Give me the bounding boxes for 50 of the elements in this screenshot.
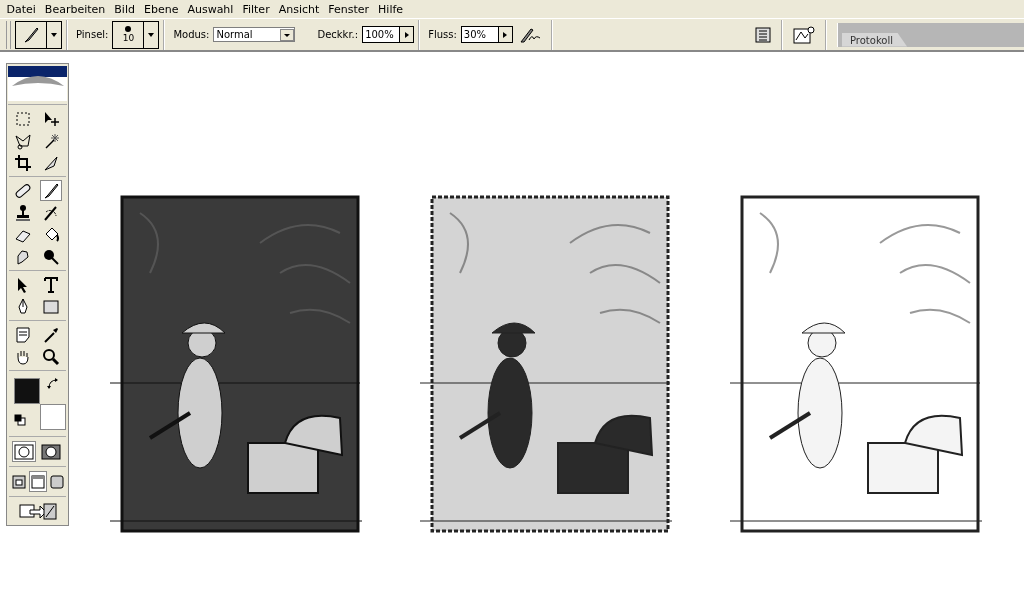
caret-icon <box>51 32 57 37</box>
stamp-icon <box>13 203 32 222</box>
triangle-right-icon <box>404 31 409 38</box>
crop-icon <box>13 153 32 172</box>
menu-item[interactable]: Datei <box>2 2 41 16</box>
mode-label: Modus: <box>173 29 210 40</box>
shape-icon <box>41 297 60 316</box>
notes-icon <box>13 325 32 344</box>
toolbox-header-drawing[interactable] <box>8 66 67 101</box>
screen-mode-button[interactable] <box>28 471 47 492</box>
menu-item[interactable]: Ansicht <box>274 2 324 16</box>
quickmask-icon <box>41 442 61 461</box>
screen-mode-icon <box>10 472 27 491</box>
type-icon <box>41 275 60 294</box>
opacity-label: Deckkr.: <box>317 29 359 40</box>
brush-tip-icon <box>125 26 132 32</box>
default-colors-icon[interactable] <box>13 414 26 426</box>
palette-tab[interactable]: Protokoll <box>842 32 907 47</box>
brush-tool-button[interactable] <box>39 180 62 201</box>
zoom-icon <box>41 347 60 366</box>
brush-size: 10 <box>122 33 135 43</box>
menu-item[interactable]: Bild <box>109 2 140 16</box>
menu-item[interactable]: Bearbeiten <box>40 2 110 16</box>
brush-label: Pinsel: <box>76 29 109 40</box>
menu-item[interactable]: Hilfe <box>373 2 408 16</box>
caret-icon <box>280 28 295 41</box>
brush-picker[interactable]: 10 <box>112 20 160 49</box>
brush-icon <box>22 25 40 44</box>
opacity-field[interactable]: 100% <box>362 26 415 43</box>
menu-item[interactable]: Ebene <box>139 2 183 16</box>
screen-mode-icon <box>48 472 65 491</box>
lasso-icon <box>13 131 32 150</box>
quickmask-mode-button[interactable] <box>39 441 63 462</box>
flow-field[interactable]: 30% <box>460 26 513 43</box>
flow-label: Fluss: <box>428 29 457 40</box>
standard-mode-button[interactable] <box>12 441 36 462</box>
menu-item[interactable]: Filter <box>237 2 275 16</box>
file-browser-icon[interactable] <box>755 26 771 43</box>
standard-icon <box>14 442 34 461</box>
caret-icon <box>148 32 155 37</box>
mode-dropdown[interactable]: Normal <box>213 27 296 42</box>
menu-item[interactable]: Fenster <box>323 2 374 16</box>
foreground-color-swatch[interactable] <box>13 378 40 404</box>
menu-item[interactable]: Auswahl <box>182 2 238 16</box>
screen-mode-icon <box>29 472 46 491</box>
swap-colors-icon[interactable] <box>46 378 59 390</box>
tool-preset-picker[interactable] <box>15 20 62 49</box>
triangle-right-icon <box>503 31 508 38</box>
marquee-icon <box>13 109 32 128</box>
background-color-swatch[interactable] <box>39 404 66 430</box>
